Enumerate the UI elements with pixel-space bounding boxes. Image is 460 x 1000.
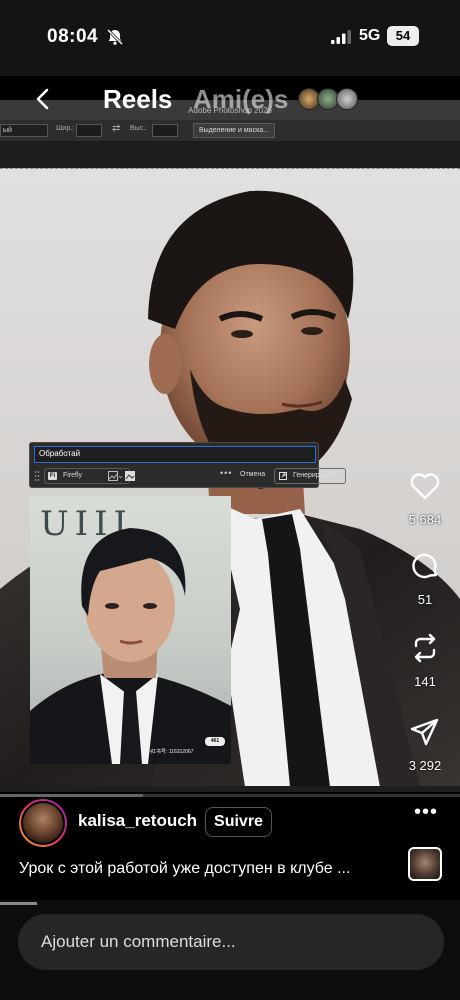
status-bar: 08:04 5G 54: [0, 0, 460, 76]
photoshop-app-title: Adobe Photoshop 2026: [188, 106, 272, 115]
height-label: Выс.:: [130, 125, 148, 132]
share-action[interactable]: 3 292: [400, 716, 450, 773]
photoshop-options-bar: ый Шир.: ⇄ Выс.: Выделение и маска...: [0, 120, 460, 142]
send-icon[interactable]: [409, 716, 441, 748]
selection-style-select[interactable]: ый: [0, 124, 48, 137]
magazine-portrait: [30, 528, 231, 764]
like-action[interactable]: 5 684: [400, 470, 450, 527]
user-avatar[interactable]: [19, 799, 67, 847]
image-icon[interactable]: [125, 471, 135, 481]
magazine-badge: 461: [205, 737, 225, 746]
audio-thumbnail[interactable]: [408, 847, 442, 881]
reposts-count: 141: [414, 674, 436, 689]
playback-progress: [0, 902, 37, 905]
follow-button[interactable]: Suivre: [205, 807, 272, 837]
reference-magazine-cover: UIIL 461 小红书号: 116312067: [30, 496, 231, 764]
signal-icon: [331, 30, 351, 44]
select-and-mask-button[interactable]: Выделение и маска...: [193, 123, 275, 138]
more-icon[interactable]: •••: [414, 801, 438, 824]
shares-count: 3 292: [408, 758, 442, 773]
generate-button[interactable]: Генерировать: [274, 468, 346, 484]
battery-indicator: 54: [387, 26, 419, 46]
network-label: 5G: [359, 27, 381, 44]
width-label: Шир.:: [56, 125, 75, 132]
caption[interactable]: Урок с этой работой уже доступен в клубе…: [19, 860, 350, 878]
height-field[interactable]: [152, 124, 178, 137]
grip-icon[interactable]: [34, 470, 40, 482]
magazine-code: 小红书号: 116312067: [146, 749, 194, 755]
generate-icon: [279, 472, 287, 480]
chevron-down-icon: ⌄: [117, 471, 124, 480]
comment-action[interactable]: 51: [400, 550, 450, 607]
repost-icon[interactable]: [409, 632, 441, 664]
swap-icon[interactable]: ⇄: [112, 123, 120, 134]
repost-action[interactable]: 141: [400, 632, 450, 689]
firefly-prompt-bar: Обработай Fi Firefly ⌄ ••• Отмена Генери…: [29, 442, 346, 488]
firefly-icon: Fi: [48, 472, 57, 480]
comment-input[interactable]: Ajouter un commentaire...: [18, 914, 444, 970]
account-row: kalisa_retouch Suivre ••• Урок с этой ра…: [0, 797, 460, 900]
comments-count: 51: [417, 592, 433, 607]
comment-placeholder: Ajouter un commentaire...: [41, 932, 236, 951]
width-field[interactable]: [76, 124, 102, 137]
cancel-button[interactable]: Отмена: [240, 471, 265, 478]
status-time: 08:04: [47, 26, 99, 47]
generate-label: Генерировать: [293, 472, 338, 479]
model-label: Firefly: [63, 472, 83, 479]
prompt-input[interactable]: Обработай: [34, 446, 316, 463]
username[interactable]: kalisa_retouch: [78, 811, 197, 831]
likes-count: 5 684: [408, 512, 442, 527]
bell-off-icon: [106, 28, 124, 46]
more-options-icon[interactable]: •••: [220, 468, 232, 478]
comment-icon[interactable]: [409, 550, 441, 582]
heart-icon[interactable]: [409, 470, 441, 502]
reference-image-icon[interactable]: [108, 471, 118, 481]
avatar-image: [21, 801, 65, 845]
